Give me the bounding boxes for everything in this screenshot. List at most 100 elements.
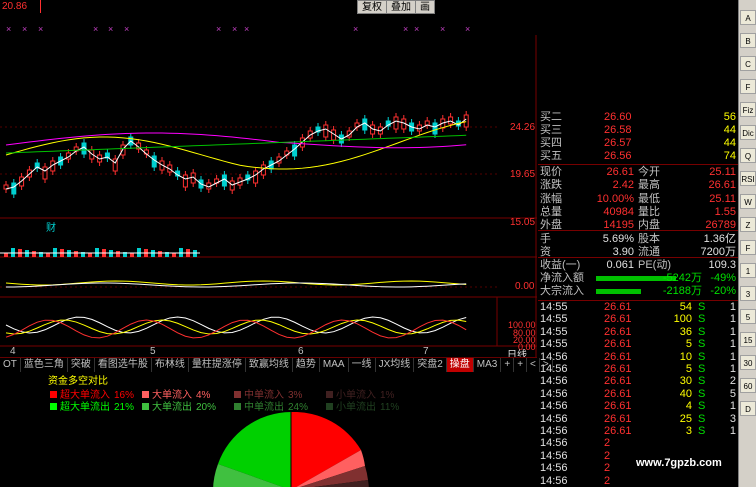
tick-row: 14:55 26.61 100 S 1 <box>538 313 738 326</box>
tick-price: 26.61 <box>604 425 632 437</box>
tab-scroll-button[interactable]: + <box>514 358 528 372</box>
side-tool-button[interactable]: Q <box>740 148 756 163</box>
side-tool-button[interactable]: 1 <box>740 263 756 278</box>
side-tool-button[interactable]: 5 <box>740 309 756 324</box>
side-tool-button[interactable]: Fiz <box>740 102 756 117</box>
indicator-tab[interactable]: 蓝色三角 <box>21 358 68 372</box>
candle-body <box>424 120 430 126</box>
price-axis-label: 19.65 <box>510 169 536 180</box>
signal-mark: × <box>232 24 238 34</box>
tick-row: 14:56 26.61 3 S 1 <box>538 425 738 438</box>
signal-mark: × <box>465 24 471 34</box>
indicator-tab[interactable]: 一线 <box>349 358 376 372</box>
indicator-tab[interactable]: 致赢均线 <box>246 358 293 372</box>
order-price: 26.56 <box>604 150 632 162</box>
quote-value: 25.11 <box>709 192 736 205</box>
side-tool-button[interactable]: Z <box>740 217 756 232</box>
indicator-tab[interactable]: 趋势 <box>293 358 320 372</box>
tick-side: S <box>698 375 706 388</box>
tick-time: 14:56 <box>540 437 568 450</box>
order-volume: 44 <box>723 124 736 136</box>
indicator-tab[interactable]: 突盘2 <box>414 358 447 372</box>
candlesticks <box>3 111 469 198</box>
tick-side: S <box>698 412 706 425</box>
overlay-button[interactable]: 叠加 <box>386 0 416 14</box>
signal-mark: × <box>38 24 44 34</box>
tick-side: S <box>698 325 706 338</box>
legend-swatch <box>142 391 149 398</box>
tick-price: 2 <box>604 462 611 475</box>
order-volume: 74 <box>723 150 736 162</box>
side-tool-button[interactable]: B <box>740 33 756 48</box>
tick-price: 2 <box>604 474 611 487</box>
tick-volume: 5 <box>685 363 692 375</box>
order-price: 26.60 <box>604 111 632 123</box>
side-tool-button[interactable]: RSI <box>740 171 756 186</box>
fund-panel-title: 资金多空对比 <box>48 376 108 387</box>
legend-swatch <box>326 391 333 398</box>
side-tool-button[interactable]: 30 <box>740 355 756 370</box>
ma20-line <box>5 132 467 149</box>
indicator-tab[interactable]: MA3 <box>474 358 502 372</box>
draw-button[interactable]: 画 <box>415 0 435 14</box>
indicator-tab[interactable]: MAA <box>320 358 349 372</box>
side-tool-button[interactable]: Dic <box>740 125 756 140</box>
order-book-row: 买四 26.57 44 <box>538 137 738 150</box>
restore-rights-button[interactable]: 复权 <box>357 0 387 14</box>
indicator-tab[interactable]: 量柱提涨停 <box>189 358 246 372</box>
volume-bar <box>158 251 162 257</box>
indicator-tab[interactable]: 看图选牛股 <box>95 358 152 372</box>
flow-value: -5242万 <box>662 272 702 284</box>
indicator-tab[interactable]: 突破 <box>68 358 95 372</box>
side-tool-button[interactable]: F <box>740 240 756 255</box>
legend-value: 11% <box>380 402 400 413</box>
tick-time: 14:55 <box>540 301 568 313</box>
kline-chart[interactable] <box>0 35 537 357</box>
quote-value: 25.11 <box>709 166 736 178</box>
cursor-line <box>40 0 41 13</box>
volume-bar <box>130 253 134 257</box>
tick-volume: 4 <box>685 400 692 413</box>
quote-label: 现价 <box>540 166 562 178</box>
kdj-d-line <box>5 319 467 335</box>
tick-volume: 25 <box>679 412 692 425</box>
tab-scroll-button[interactable]: + <box>501 358 515 372</box>
indicator-tab[interactable]: 操盘 <box>446 358 474 372</box>
legend-swatch <box>50 391 57 398</box>
tick-count: 1 <box>729 301 736 313</box>
side-tool-button[interactable]: 3 <box>740 286 756 301</box>
indicator-tab[interactable]: OT <box>0 358 21 372</box>
price-axis-label: 15.05 <box>510 217 536 228</box>
flow-pct: -49% <box>710 272 736 284</box>
order-volume: 44 <box>723 137 736 149</box>
side-tool-button[interactable]: 60 <box>740 378 756 393</box>
tick-time: 14:56 <box>540 462 568 475</box>
side-tool-button[interactable]: C <box>740 56 756 71</box>
side-tool-button[interactable]: A <box>740 10 756 25</box>
side-tool-button[interactable]: 15 <box>740 332 756 347</box>
order-volume: 56 <box>723 111 736 123</box>
candle-body <box>323 124 329 138</box>
fund-legend-item: 小单流出 11% <box>326 398 399 413</box>
date-label: 6 <box>298 346 304 357</box>
indicator-tab[interactable]: 布林线 <box>152 358 189 372</box>
ma60-line <box>5 134 467 154</box>
side-tool-button[interactable]: D <box>740 401 756 416</box>
watermark: www.7gpzb.com <box>636 457 722 469</box>
indicator-tab[interactable]: JX均线 <box>376 358 415 372</box>
side-tool-button[interactable]: F <box>740 79 756 94</box>
tick-price: 26.61 <box>604 387 632 400</box>
quote-value: 10.00% <box>596 192 634 205</box>
volume-bar <box>4 253 8 257</box>
tick-row: 14:56 2 <box>538 437 738 450</box>
tick-row: 14:55 26.61 5 S 1 <box>538 338 738 351</box>
legend-swatch <box>142 403 149 410</box>
side-tool-button[interactable]: W <box>740 194 756 209</box>
candle-body <box>432 122 438 135</box>
fund-legend-item: 中单流出 24% <box>234 398 308 413</box>
tick-price: 26.61 <box>604 313 632 326</box>
flow-pct: -20% <box>710 285 736 297</box>
side-toolbar: A B C F Fiz Dic Q RSI W Z F 1 3 5 15 30 60 D <box>738 0 756 487</box>
order-level-label: 买五 <box>540 150 562 162</box>
flow-value: -2188万 <box>662 285 702 297</box>
